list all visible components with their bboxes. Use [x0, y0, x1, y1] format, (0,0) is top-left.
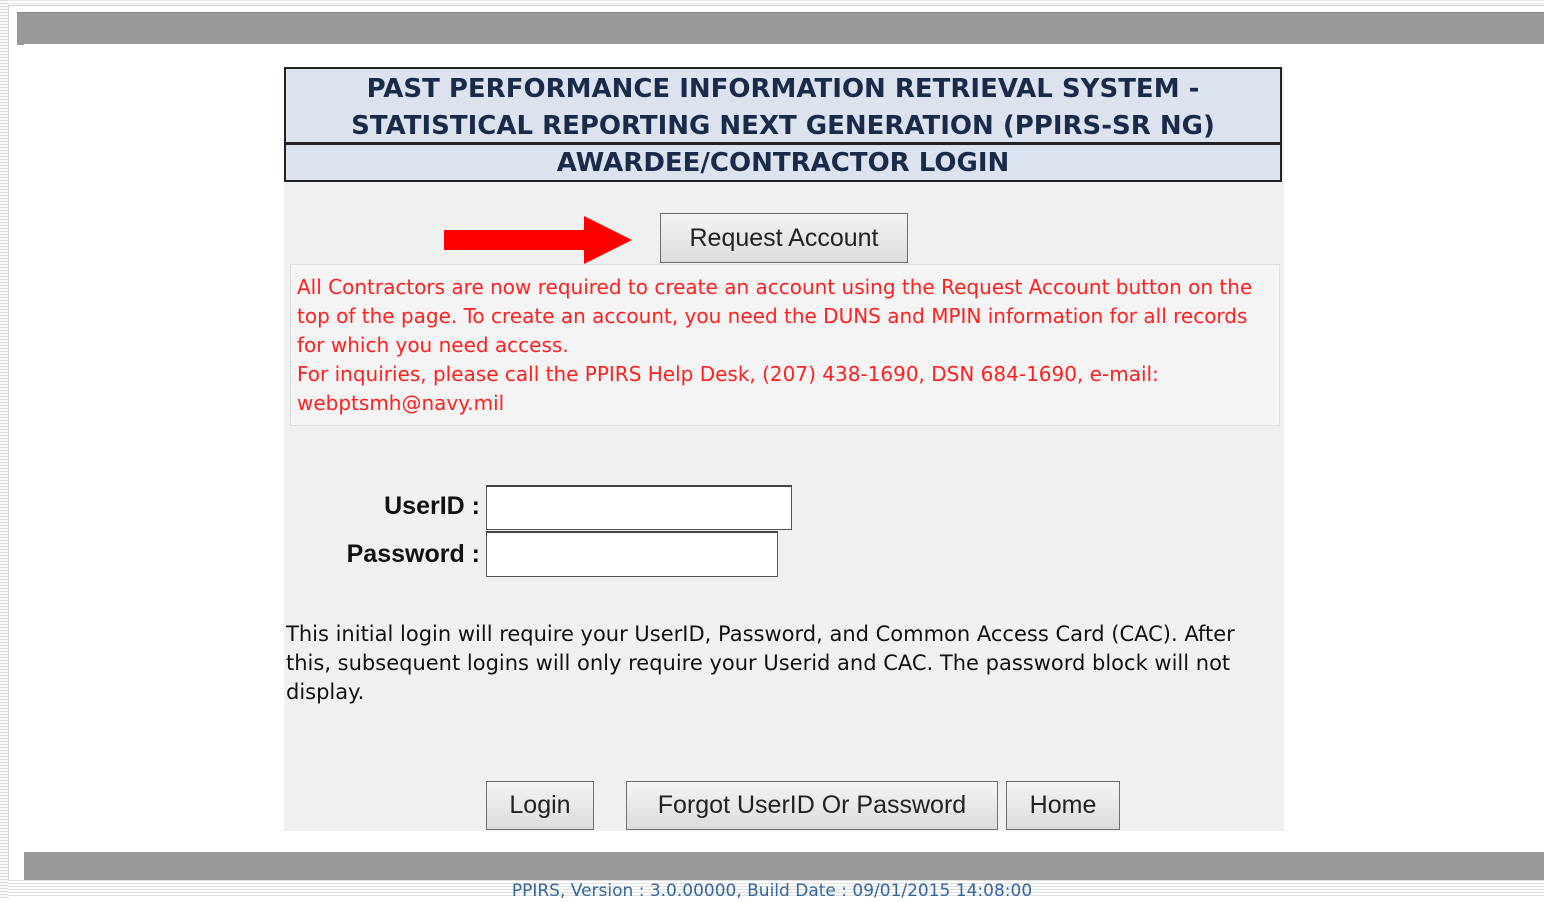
home-button[interactable]: Home: [1006, 781, 1120, 830]
title-line-1: PAST PERFORMANCE INFORMATION RETRIEVAL S…: [366, 74, 1200, 104]
login-subtitle: AWARDEE/CONTRACTOR LOGIN: [284, 143, 1282, 182]
notice-inquiry: For inquiries, please call the PPIRS Hel…: [297, 362, 1159, 415]
version-footer: PPIRS, Version : 3.0.00000, Build Date :…: [511, 881, 1033, 901]
login-info-text: This initial login will require your Use…: [286, 622, 1235, 704]
left-scroll-strip: [0, 0, 8, 898]
top-banner-bar: [17, 12, 1544, 45]
notice-text: All Contractors are now required to crea…: [297, 275, 1253, 357]
page-title: PAST PERFORMANCE INFORMATION RETRIEVAL S…: [284, 67, 1282, 143]
contractor-notice: All Contractors are now required to crea…: [290, 264, 1280, 426]
title-line-2: STATISTICAL REPORTING NEXT GENERATION (P…: [351, 111, 1215, 141]
red-arrow-right-icon: [444, 216, 632, 264]
userid-label: UserID :: [384, 492, 480, 520]
login-info: This initial login will require your Use…: [286, 620, 1276, 707]
password-input[interactable]: [486, 531, 778, 577]
forgot-credentials-button[interactable]: Forgot UserID Or Password: [626, 781, 998, 830]
request-account-button[interactable]: Request Account: [660, 213, 908, 263]
userid-input[interactable]: [486, 485, 792, 530]
password-label: Password :: [346, 540, 480, 568]
bottom-banner-bar: [24, 852, 1544, 880]
login-button[interactable]: Login: [486, 781, 594, 830]
